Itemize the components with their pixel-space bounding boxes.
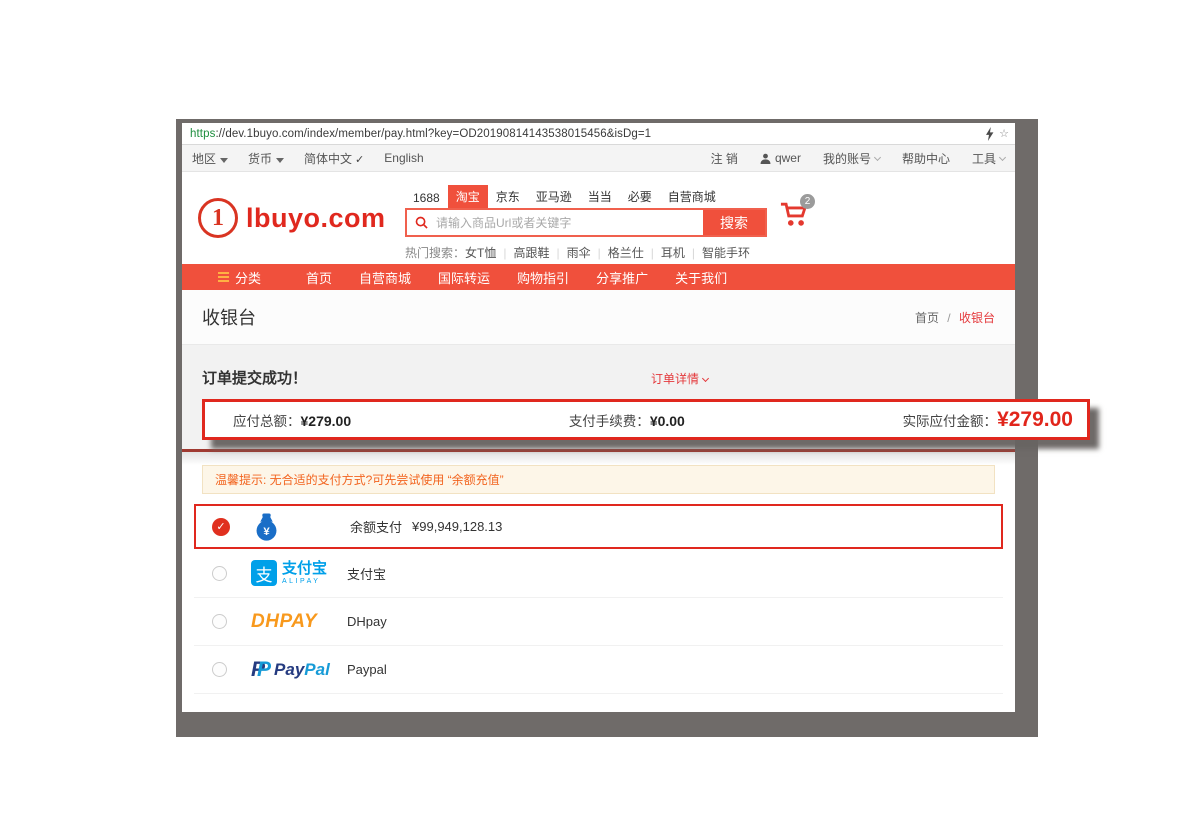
payment-name: DHpay: [347, 614, 387, 629]
hot-item[interactable]: 高跟鞋: [513, 244, 549, 261]
payable-total: 应付总额： ¥279.00: [233, 410, 351, 430]
chevron-down-icon: [999, 153, 1006, 160]
tab-dangdang[interactable]: 当当: [580, 185, 620, 208]
tab-biyao[interactable]: 必要: [620, 185, 660, 208]
hot-item[interactable]: 耳机: [661, 244, 685, 261]
hot-search-row: 热门搜索： 女T恤| 高跟鞋| 雨伞| 格兰仕| 耳机| 智能手环: [405, 244, 767, 261]
balance-amount: ¥99,949,128.13: [412, 519, 502, 534]
nav-intl-shipping[interactable]: 国际转运: [438, 268, 490, 287]
payment-panel: 温馨提示: 无合适的支付方式?可先尝试使用 “余额充值” ✓ ¥: [182, 449, 1015, 712]
search-source-tabs: 1688 淘宝 京东 亚马逊 当当 必要 自营商城: [405, 186, 767, 208]
moneybag-icon: ¥: [254, 513, 279, 541]
menu-icon: [218, 270, 229, 284]
lightning-icon[interactable]: [985, 127, 994, 141]
hot-item[interactable]: 雨伞: [567, 244, 591, 261]
payment-name: 余额支付: [350, 517, 402, 536]
payment-option-alipay[interactable]: 支 支付宝 ALIPAY 支付宝: [194, 549, 1003, 597]
payment-name: Paypal: [347, 662, 387, 677]
user-icon: [760, 153, 771, 164]
hot-item[interactable]: 智能手环: [702, 244, 750, 261]
hot-item[interactable]: 格兰仕: [608, 244, 644, 261]
payment-method-list: ✓ ¥ 余额支付 ¥99,949,128.13: [194, 504, 1003, 712]
cart-button[interactable]: 2: [780, 201, 810, 233]
tab-amazon[interactable]: 亚马逊: [528, 185, 580, 208]
page-title: 收银台: [202, 304, 256, 330]
breadcrumb-current: 收银台: [959, 311, 995, 325]
nav-about-us[interactable]: 关于我们: [675, 268, 727, 287]
search-button[interactable]: 搜索: [703, 210, 765, 235]
search-input[interactable]: [436, 216, 703, 230]
radio-selected-icon[interactable]: ✓: [212, 518, 230, 536]
payment-option-dhpay[interactable]: DHPAY DHpay: [194, 597, 1003, 645]
payment-option-partial[interactable]: [194, 693, 1003, 712]
chevron-down-icon: [220, 158, 228, 163]
tab-jd[interactable]: 京东: [488, 185, 528, 208]
payment-option-balance[interactable]: ✓ ¥ 余额支付 ¥99,949,128.13: [194, 504, 1003, 549]
dhpay-logo: DHPAY: [251, 611, 347, 633]
region-menu[interactable]: 地区: [192, 150, 228, 167]
nav-category-menu[interactable]: 分类: [218, 268, 306, 287]
tab-taobao[interactable]: 淘宝: [448, 185, 488, 208]
notice-banner: 温馨提示: 无合适的支付方式?可先尝试使用 “余额充值”: [202, 465, 995, 494]
svg-text:¥: ¥: [263, 525, 270, 537]
payment-name: 支付宝: [347, 564, 386, 583]
chevron-down-icon: [276, 158, 284, 163]
alipay-logo: 支 支付宝 ALIPAY: [251, 560, 347, 586]
order-detail-toggle[interactable]: 订单详情: [651, 370, 708, 387]
lang-chinese[interactable]: 简体中文✓: [304, 150, 364, 167]
currency-menu[interactable]: 货币: [248, 150, 284, 167]
main-nav: 分类 首页 自营商城 国际转运 购物指引 分享推广 关于我们: [182, 264, 1015, 290]
user-menu[interactable]: qwer: [760, 151, 801, 165]
chevron-down-icon: [874, 153, 881, 160]
lang-english[interactable]: English: [384, 151, 423, 165]
page: https://dev.1buyo.com/index/member/pay.h…: [0, 0, 1196, 837]
address-url[interactable]: https://dev.1buyo.com/index/member/pay.h…: [190, 128, 651, 140]
logo-mark-icon: 1: [198, 198, 238, 238]
paypal-logo: PP PayPal: [251, 659, 347, 680]
actual-amount: 实际应付金额： ¥279.00: [903, 408, 1073, 432]
search-box: 搜索: [405, 208, 767, 237]
tab-1688[interactable]: 1688: [405, 188, 448, 208]
payment-option-paypal[interactable]: PP PayPal Paypal: [194, 645, 1003, 693]
radio-icon[interactable]: [212, 662, 227, 677]
site-logo[interactable]: 1 lbuyo.com: [198, 198, 386, 238]
radio-icon[interactable]: [212, 614, 227, 629]
nav-self-mall[interactable]: 自营商城: [359, 268, 411, 287]
star-icon[interactable]: ☆: [999, 127, 1009, 140]
payment-fee: 支付手续费： ¥0.00: [569, 410, 685, 430]
logout-link[interactable]: 注 销: [711, 150, 738, 167]
tools-menu[interactable]: 工具: [972, 150, 1005, 167]
site-header: 1 lbuyo.com 1688 淘宝 京东 亚马逊 当当 必要 自营商城: [182, 172, 1015, 264]
hot-search-label: 热门搜索：: [405, 244, 465, 261]
breadcrumb-row: 收银台 首页 / 收银台: [182, 290, 1015, 345]
radio-icon[interactable]: [212, 566, 227, 581]
nav-shopping-guide[interactable]: 购物指引: [517, 268, 569, 287]
hot-item[interactable]: 女T恤: [465, 244, 496, 261]
search-block: 1688 淘宝 京东 亚马逊 当当 必要 自营商城 搜索 热门搜索：: [405, 186, 767, 261]
tab-self-mall[interactable]: 自营商城: [660, 185, 724, 208]
nav-share-promo[interactable]: 分享推广: [596, 268, 648, 287]
breadcrumb: 首页 / 收银台: [915, 309, 995, 326]
logo-wordmark: lbuyo.com: [246, 203, 386, 234]
search-icon: [415, 216, 428, 229]
check-icon: ✓: [355, 154, 364, 166]
breadcrumb-home[interactable]: 首页: [915, 311, 939, 325]
nav-home[interactable]: 首页: [306, 268, 332, 287]
order-success-title: 订单提交成功！: [202, 367, 307, 388]
my-account-menu[interactable]: 我的账号: [823, 150, 880, 167]
help-center-link[interactable]: 帮助中心: [902, 150, 950, 167]
url-bar: https://dev.1buyo.com/index/member/pay.h…: [182, 123, 1015, 145]
amounts-highlight-box: 应付总额： ¥279.00 支付手续费： ¥0.00 实际应付金额： ¥279.…: [202, 399, 1090, 440]
chevron-down-icon: [702, 374, 709, 381]
cart-badge: 2: [800, 194, 815, 209]
utility-bar: 地区 货币 简体中文✓ English 注 销 qwer 我的账号 帮助中心 工…: [182, 145, 1015, 172]
